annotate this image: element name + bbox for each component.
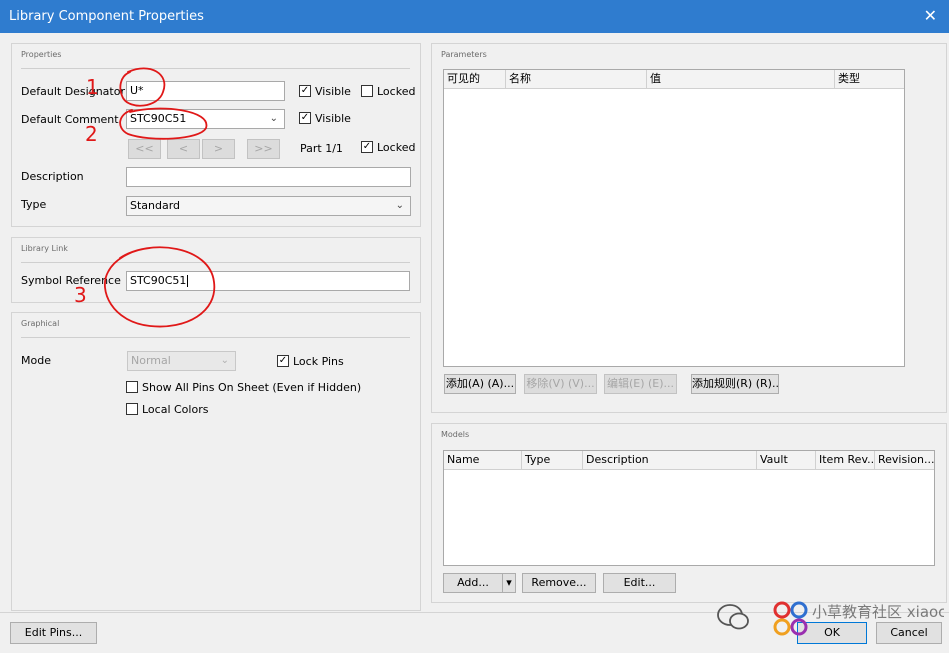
watermark: 小草教育社区 xiaocaobao.com: [716, 598, 946, 638]
lock-pins-checkbox[interactable]: ✓: [277, 355, 289, 367]
parameters-grid[interactable]: 可见的 名称 值 类型: [443, 69, 905, 367]
models-grid-header: Name Type Description Vault Item Rev... …: [444, 451, 934, 470]
library-link-panel: [11, 237, 421, 303]
add-model-button[interactable]: Add...: [443, 573, 503, 593]
first-part-button[interactable]: <<: [128, 139, 161, 159]
comment-visible-label: Visible: [315, 112, 351, 125]
parameters-grid-header: 可见的 名称 值 类型: [444, 70, 904, 89]
designator-input[interactable]: U*: [126, 81, 285, 101]
lock-pins-label: Lock Pins: [293, 355, 344, 368]
models-grid[interactable]: Name Type Description Vault Item Rev... …: [443, 450, 935, 566]
designator-visible-checkbox[interactable]: ✓: [299, 85, 311, 97]
parameters-section-title: Parameters: [441, 50, 487, 59]
add-model-dropdown-button[interactable]: ▾: [502, 573, 516, 593]
edit-parameter-button[interactable]: 编辑(E) (E)...: [604, 374, 677, 394]
edit-model-button[interactable]: Edit...: [603, 573, 676, 593]
remove-model-button[interactable]: Remove...: [522, 573, 596, 593]
symbol-reference-label: Symbol Reference: [21, 274, 121, 287]
comment-label: Default Comment: [21, 113, 119, 126]
comment-visible-checkbox[interactable]: ✓: [299, 112, 311, 124]
model-col-description[interactable]: Description: [583, 451, 757, 469]
window-title: Library Component Properties: [9, 9, 204, 24]
last-part-button[interactable]: >>: [247, 139, 280, 159]
comment-select[interactable]: STC90C51 ⌄: [126, 109, 285, 129]
param-col-name[interactable]: 名称: [506, 70, 647, 88]
part-label: Part 1/1: [300, 142, 343, 155]
designator-visible-label: Visible: [315, 85, 351, 98]
param-col-value[interactable]: 值: [647, 70, 835, 88]
wechat-logo-icon: [717, 604, 749, 630]
param-col-type[interactable]: 类型: [835, 70, 905, 88]
close-icon[interactable]: ✕: [924, 6, 937, 25]
show-all-pins-checkbox[interactable]: [126, 381, 138, 393]
description-label: Description: [21, 170, 84, 183]
show-all-pins-label: Show All Pins On Sheet (Even if Hidden): [142, 381, 362, 394]
next-part-button[interactable]: >: [202, 139, 235, 159]
symbol-reference-input[interactable]: STC90C51: [126, 271, 410, 291]
local-colors-label: Local Colors: [142, 403, 209, 416]
library-link-divider: [21, 262, 410, 263]
type-label: Type: [21, 198, 47, 211]
mode-select[interactable]: Normal ⌄: [127, 351, 236, 371]
designator-label: Default Designator: [21, 85, 125, 98]
chevron-down-icon: ⌄: [220, 355, 229, 366]
model-col-type[interactable]: Type: [522, 451, 583, 469]
chevron-down-icon: ⌄: [269, 113, 278, 124]
model-col-item-rev[interactable]: Item Rev...: [816, 451, 875, 469]
local-colors-checkbox[interactable]: [126, 403, 138, 415]
watermark-text: 小草教育社区 xiaocaobao.com: [812, 603, 944, 621]
part-locked-checkbox[interactable]: ✓: [361, 141, 373, 153]
window-titlebar: Library Component Properties ✕: [0, 0, 949, 33]
model-col-vault[interactable]: Vault: [757, 451, 816, 469]
add-parameter-button[interactable]: 添加(A) (A)...: [444, 374, 516, 394]
type-select[interactable]: Standard ⌄: [126, 196, 411, 216]
mode-label: Mode: [21, 354, 51, 367]
prev-part-button[interactable]: <: [167, 139, 200, 159]
designator-locked-label: Locked: [377, 85, 416, 98]
library-link-section-title: Library Link: [21, 244, 68, 253]
community-logo-icon: [773, 601, 808, 636]
description-input[interactable]: [126, 167, 411, 187]
edit-pins-button[interactable]: Edit Pins...: [10, 622, 97, 644]
models-section-title: Models: [441, 430, 470, 439]
add-rule-button[interactable]: 添加规则(R) (R)...: [691, 374, 779, 394]
model-col-name[interactable]: Name: [444, 451, 522, 469]
designator-locked-checkbox[interactable]: [361, 85, 373, 97]
model-col-revision[interactable]: Revision...: [875, 451, 935, 469]
param-col-visible[interactable]: 可见的: [444, 70, 506, 88]
remove-parameter-button[interactable]: 移除(V) (V)...: [524, 374, 597, 394]
properties-divider: [21, 68, 410, 69]
graphical-divider: [21, 337, 410, 338]
properties-section-title: Properties: [21, 50, 62, 59]
graphical-section-title: Graphical: [21, 319, 60, 328]
chevron-down-icon: ⌄: [395, 200, 404, 211]
part-locked-label: Locked: [377, 141, 416, 154]
